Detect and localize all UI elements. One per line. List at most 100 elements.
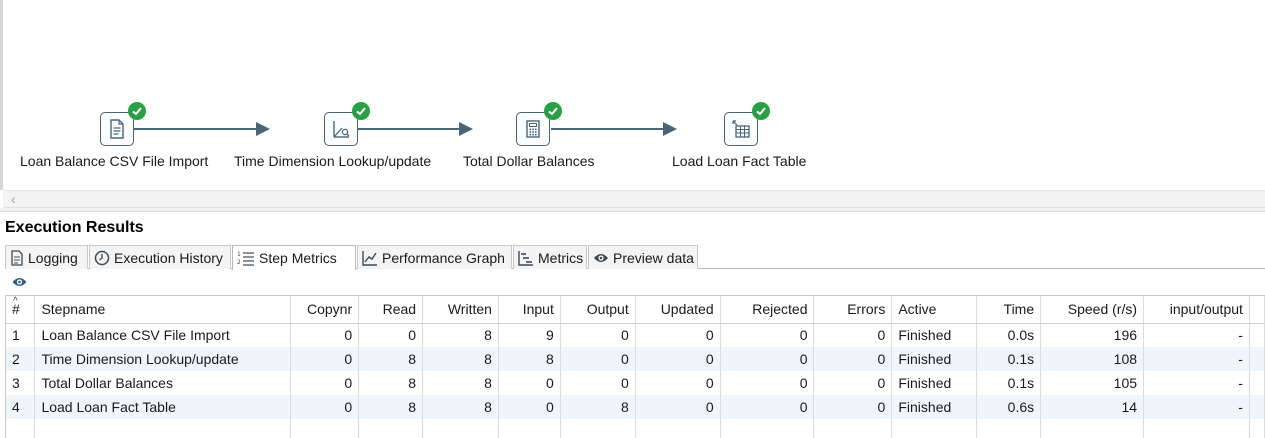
table-row[interactable]: 4 Load Loan Fact Table 0 8 8 0 8 0 0 0 Finished 0.6… <box>6 395 1265 419</box>
column-header[interactable]: Time <box>976 296 1042 324</box>
table-cell: Finished <box>891 395 978 419</box>
tab-label: Metrics <box>538 249 584 266</box>
table-cell: 196 <box>1040 323 1145 347</box>
table-cell: Loan Balance CSV File Import <box>34 323 292 347</box>
table-cell: 0.1s <box>976 347 1042 371</box>
canvas-horizontal-scrollbar[interactable]: ‹ <box>3 190 1265 208</box>
table-cell: 0.1s <box>976 371 1042 395</box>
table-cell-empty <box>976 419 1042 438</box>
step-metrics-table[interactable]: # Stepname Copynr Read Written Input Out… <box>5 295 1265 438</box>
hop-line[interactable] <box>358 128 461 130</box>
table-cell-empty <box>358 419 424 438</box>
table-cell-empty <box>891 419 978 438</box>
table-row[interactable]: 1 Loan Balance CSV File Import 0 0 8 9 0 0 0 0 Fin… <box>6 323 1265 347</box>
success-check-icon <box>752 102 770 120</box>
table-cell: 0 <box>813 395 893 419</box>
tab-logging[interactable]: Logging <box>5 245 88 269</box>
tab-execution-history[interactable]: Execution History <box>89 245 231 269</box>
sort-ascending-icon[interactable]: ^ <box>13 296 18 307</box>
table-row[interactable]: 2 Time Dimension Lookup/update 0 8 8 8 0 0 0 0 Fin… <box>6 347 1265 371</box>
table-cell: Load Loan Fact Table <box>34 395 292 419</box>
scroll-left-icon[interactable]: ‹ <box>11 191 16 207</box>
table-cell: - <box>1143 371 1250 395</box>
table-cell-empty <box>290 419 360 438</box>
tab-performance-graph[interactable]: Performance Graph <box>357 245 512 269</box>
column-header[interactable]: # <box>6 296 36 324</box>
eye-icon <box>593 252 609 264</box>
table-cell-empty <box>1143 419 1250 438</box>
hop-arrow-icon <box>256 122 270 136</box>
column-header[interactable]: Active <box>891 296 978 324</box>
table-cell: 0 <box>358 323 424 347</box>
table-cell: 4 <box>6 395 36 419</box>
table-cell: 0 <box>813 347 893 371</box>
column-header[interactable]: Copynr <box>290 296 360 324</box>
step-label[interactable]: Time Dimension Lookup/update <box>234 153 431 169</box>
column-header[interactable]: Errors <box>813 296 893 324</box>
table-cell: 0 <box>290 323 360 347</box>
tab-step-metrics[interactable]: 12 Step Metrics <box>232 245 356 270</box>
table-cell-filler <box>1249 371 1265 395</box>
table-cell: Total Dollar Balances <box>34 371 292 395</box>
table-cell: 3 <box>6 371 36 395</box>
step-label[interactable]: Loan Balance CSV File Import <box>20 153 208 169</box>
column-header[interactable]: Updated <box>635 296 721 324</box>
table-cell: 0 <box>635 347 721 371</box>
hop-line[interactable] <box>551 128 665 130</box>
eye-icon[interactable] <box>11 275 28 291</box>
tab-label: Execution History <box>114 249 223 266</box>
tab-label: Step Metrics <box>259 250 337 266</box>
step-csv-file-import[interactable] <box>100 112 134 146</box>
table-cell-empty <box>635 419 721 438</box>
table-row[interactable]: 3 Total Dollar Balances 0 8 8 0 0 0 0 0 Finished 0.… <box>6 371 1265 395</box>
step-time-dimension-lookup[interactable] <box>324 112 358 146</box>
success-check-icon <box>128 102 146 120</box>
calculator-icon <box>526 120 540 138</box>
svg-text:2: 2 <box>237 259 241 266</box>
tab-metrics[interactable]: Metrics <box>513 245 587 269</box>
success-check-icon <box>352 102 370 120</box>
table-cell: 8 <box>498 347 561 371</box>
tab-label: Preview data <box>613 249 694 266</box>
table-cell: 8 <box>422 395 499 419</box>
tab-preview-data[interactable]: Preview data <box>588 245 698 269</box>
table-cell: 0 <box>560 323 636 347</box>
table-cell: 0 <box>720 371 815 395</box>
table-cell: 0 <box>635 371 721 395</box>
table-cell: 2 <box>6 347 36 371</box>
table-cell: 0 <box>290 347 360 371</box>
panel-splitter[interactable] <box>0 208 1265 212</box>
table-cell: 0 <box>720 323 815 347</box>
execution-results-title: Execution Results <box>5 219 144 236</box>
metrics-grid[interactable]: # Stepname Copynr Read Written Input Out… <box>6 296 1265 438</box>
column-header[interactable]: Output <box>560 296 636 324</box>
table-cell-filler <box>1249 323 1265 347</box>
hop-line[interactable] <box>134 128 258 130</box>
step-load-loan-fact-table[interactable] <box>724 112 758 146</box>
table-cell: 0.0s <box>976 323 1042 347</box>
column-header[interactable]: Read <box>358 296 424 324</box>
table-cell: 8 <box>422 323 499 347</box>
step-label[interactable]: Total Dollar Balances <box>463 153 595 169</box>
hop-arrow-icon <box>459 122 473 136</box>
table-cell: 0 <box>720 347 815 371</box>
column-header[interactable]: Written <box>422 296 499 324</box>
column-header[interactable]: Rejected <box>720 296 815 324</box>
table-cell-empty <box>498 419 561 438</box>
column-header[interactable]: input/output <box>1143 296 1250 324</box>
table-cell: Finished <box>891 371 978 395</box>
table-cell: 9 <box>498 323 561 347</box>
tab-label: Logging <box>28 249 78 266</box>
table-empty-row <box>6 419 1265 438</box>
hop-arrow-icon <box>663 122 677 136</box>
step-total-dollar-balances[interactable] <box>516 112 550 146</box>
column-header[interactable]: Speed (r/s) <box>1040 296 1145 324</box>
table-cell: Time Dimension Lookup/update <box>34 347 292 371</box>
table-cell: 0 <box>498 371 561 395</box>
tab-label: Performance Graph <box>382 249 505 266</box>
column-header[interactable]: Stepname <box>34 296 292 324</box>
table-cell: 8 <box>358 371 424 395</box>
column-header[interactable]: Input <box>498 296 561 324</box>
step-label[interactable]: Load Loan Fact Table <box>672 153 806 169</box>
csv-file-input-icon <box>110 119 124 139</box>
